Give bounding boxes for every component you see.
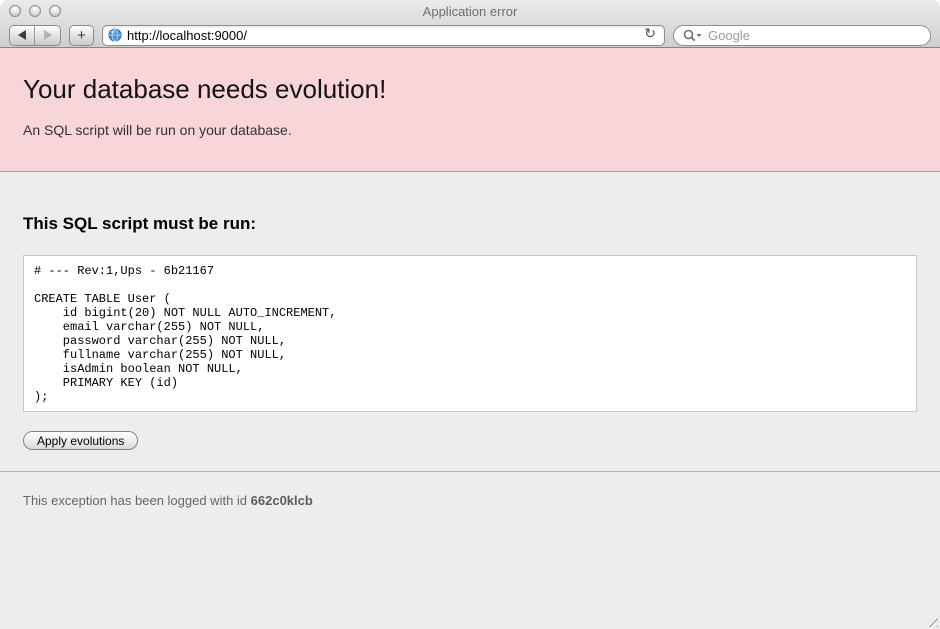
- address-bar[interactable]: ↻: [102, 25, 665, 46]
- search-input[interactable]: [706, 27, 921, 44]
- forward-button[interactable]: [35, 26, 60, 45]
- page-title: Your database needs evolution!: [23, 48, 917, 105]
- window-chrome: Application error +: [0, 0, 940, 48]
- evolution-banner: Your database needs evolution! An SQL sc…: [0, 48, 940, 172]
- banner-subtitle: An SQL script will be run on your databa…: [23, 105, 917, 138]
- page-content: Your database needs evolution! An SQL sc…: [0, 48, 940, 629]
- resize-grip-icon[interactable]: [925, 614, 938, 627]
- browser-toolbar: + ↻: [0, 22, 940, 48]
- forward-arrow-icon: [44, 30, 52, 40]
- sql-script-box: # --- Rev:1,Ups - 6b21167 CREATE TABLE U…: [23, 255, 917, 412]
- search-icon: [683, 29, 703, 42]
- reload-icon[interactable]: ↻: [641, 27, 659, 43]
- exception-id: 662c0klcb: [251, 493, 313, 508]
- back-arrow-icon: [18, 30, 26, 40]
- window-title: Application error: [0, 0, 940, 24]
- close-button[interactable]: [9, 5, 21, 17]
- browser-window: Application error +: [0, 0, 940, 629]
- minimize-button[interactable]: [29, 5, 41, 17]
- exception-footer: This exception has been logged with id 6…: [0, 472, 940, 508]
- globe-favicon-icon: [108, 28, 122, 42]
- history-nav-group: [9, 25, 61, 46]
- search-field[interactable]: [673, 25, 931, 46]
- zoom-button[interactable]: [49, 5, 61, 17]
- back-button[interactable]: [10, 26, 35, 45]
- address-input[interactable]: [122, 27, 641, 44]
- main-section: This SQL script must be run: # --- Rev:1…: [0, 172, 940, 450]
- window-titlebar[interactable]: Application error: [0, 0, 940, 22]
- sql-heading: This SQL script must be run:: [23, 172, 917, 234]
- apply-evolutions-button[interactable]: Apply evolutions: [23, 431, 138, 450]
- new-tab-button[interactable]: +: [69, 25, 94, 46]
- traffic-lights: [9, 5, 61, 17]
- footer-text: This exception has been logged with id: [23, 493, 251, 508]
